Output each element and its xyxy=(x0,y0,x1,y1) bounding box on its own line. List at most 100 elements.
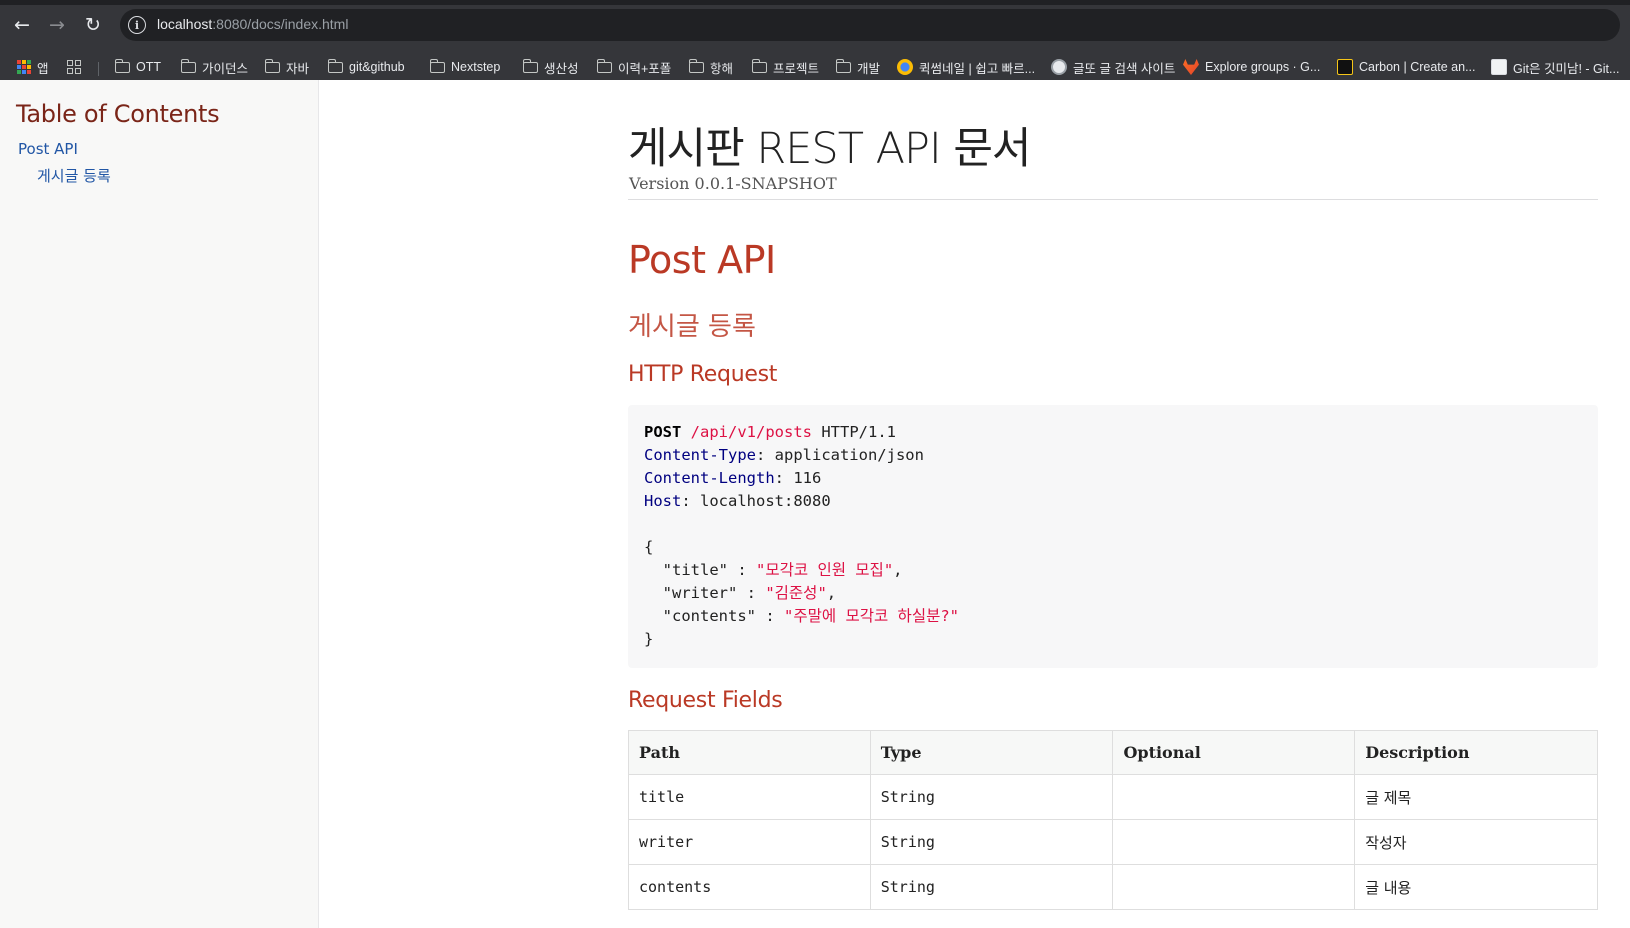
url-path: :8080/docs/index.html xyxy=(212,16,349,32)
http-protocol: HTTP/1.1 xyxy=(821,423,896,441)
bookmark-link[interactable]: Git은 깃미남! - Git... xyxy=(1491,57,1619,77)
address-bar[interactable]: i localhost:8080/docs/index.html xyxy=(120,9,1620,41)
bookmark-label: 가이던스 xyxy=(202,61,249,76)
toc-link-post-api[interactable]: Post API xyxy=(18,140,78,158)
back-button[interactable]: ← xyxy=(8,11,36,39)
cell-optional xyxy=(1112,864,1356,910)
folder-icon xyxy=(180,58,196,73)
http-request-code: POST /api/v1/posts HTTP/1.1 Content-Type… xyxy=(628,405,1598,668)
apps-icon xyxy=(17,60,31,74)
cell-optional xyxy=(1112,774,1356,820)
bookmark-folder[interactable]: git&github xyxy=(327,57,405,77)
body-value: "모각코 인원 모집" xyxy=(756,561,894,579)
bookmark-label: 자바 xyxy=(286,61,310,76)
table-header-row: Path Type Optional Description xyxy=(628,730,1598,775)
cell-path: contents xyxy=(628,864,871,910)
geultto-favicon xyxy=(1051,59,1067,75)
quick-thumbnail-favicon xyxy=(897,59,913,75)
body-sep: : xyxy=(756,607,784,625)
bookmark-label: 개발 xyxy=(857,61,881,76)
bookmark-link[interactable]: Explore groups · G... xyxy=(1183,57,1320,77)
header-value: localhost:8080 xyxy=(700,492,831,510)
bookmark-link[interactable]: 퀵썸네일 | 쉽고 빠르... xyxy=(897,57,1035,77)
bookmark-folder[interactable]: Nextstep xyxy=(429,57,501,77)
column-header-optional: Optional xyxy=(1112,730,1356,775)
subsection-heading: 게시글 등록 xyxy=(628,312,756,342)
url-text[interactable]: localhost:8080/docs/index.html xyxy=(157,16,348,32)
bookmark-folder[interactable]: 이력+포폴 xyxy=(596,57,671,77)
bookmark-folder[interactable]: 가이던스 xyxy=(180,57,249,77)
bookmark-folder[interactable]: OTT xyxy=(114,57,161,77)
body-field-line: "title" : "모각코 인원 모집", xyxy=(644,559,1582,582)
gitlab-favicon xyxy=(1183,59,1199,75)
header-name: Host xyxy=(644,492,682,510)
browser-chrome: ← → ↻ i localhost:8080/docs/index.html 앱… xyxy=(0,0,1630,80)
bookmark-link[interactable]: 글또 글 검색 사이트 xyxy=(1051,57,1175,77)
column-header-type: Type xyxy=(869,730,1114,775)
toc-link-create-post[interactable]: 게시글 등록 xyxy=(37,165,111,186)
column-header-description: Description xyxy=(1354,730,1598,775)
cell-path: writer xyxy=(628,819,871,865)
body-key: "contents" xyxy=(662,607,756,625)
cell-description: 글 내용 xyxy=(1354,864,1598,910)
toc-sidebar: Table of Contents Post API 게시글 등록 xyxy=(0,80,319,928)
body-trail: , xyxy=(826,584,837,602)
body-key: "title" xyxy=(662,561,728,579)
folder-icon xyxy=(114,58,130,73)
body-open: { xyxy=(644,538,654,556)
arrow-right-icon: → xyxy=(49,13,65,36)
body-field-line: "writer" : "김준성", xyxy=(644,582,1582,605)
git-favicon xyxy=(1491,59,1507,75)
site-info-icon[interactable]: i xyxy=(128,16,146,34)
folder-icon xyxy=(522,58,538,73)
header-line: Host: localhost:8080 xyxy=(644,492,831,510)
http-method: POST xyxy=(644,423,682,441)
bookmarks-separator xyxy=(98,62,99,76)
bookmark-folder[interactable]: 프로젝트 xyxy=(751,57,820,77)
bookmark-label: Nextstep xyxy=(451,60,501,74)
header-line: Content-Length: 116 xyxy=(644,469,822,487)
cell-path: title xyxy=(628,774,871,820)
body-sep: : xyxy=(737,584,766,602)
bookmark-link[interactable]: Carbon | Create an... xyxy=(1337,57,1476,77)
table-row: title String 글 제목 xyxy=(628,774,1598,820)
url-host: localhost xyxy=(157,16,213,32)
http-path: /api/v1/posts xyxy=(690,423,812,441)
bookmark-folder[interactable]: 생산성 xyxy=(522,57,579,77)
body-value: "김준성" xyxy=(765,584,827,602)
forward-button[interactable]: → xyxy=(43,11,71,39)
bookmark-label: Carbon | Create an... xyxy=(1359,60,1476,74)
body-field-line: "contents" : "주말에 모각코 하실분?" xyxy=(644,605,1582,628)
folder-icon xyxy=(429,58,445,73)
request-fields-table: Path Type Optional Description title Str… xyxy=(628,730,1598,910)
column-header-path: Path xyxy=(628,730,871,775)
page-title: 게시판 REST API 문서 xyxy=(628,124,1031,174)
bookmark-label: 글또 글 검색 사이트 xyxy=(1073,61,1176,76)
bookmark-label: 프로젝트 xyxy=(773,61,820,76)
bookmark-folder[interactable]: 항해 xyxy=(688,57,733,77)
bookmark-tab-groups[interactable] xyxy=(67,57,81,77)
header-name: Content-Type xyxy=(644,446,756,464)
bookmark-label: git&github xyxy=(349,60,405,74)
folder-icon xyxy=(688,58,704,73)
bookmark-folder[interactable]: 자바 xyxy=(264,57,310,77)
reload-icon: ↻ xyxy=(85,13,101,36)
folder-icon xyxy=(751,58,767,73)
table-row: contents String 글 내용 xyxy=(628,864,1598,910)
bookmark-label: Explore groups · G... xyxy=(1205,60,1321,74)
header-divider xyxy=(628,199,1598,200)
body-trail: , xyxy=(893,561,903,579)
bookmark-label: Git은 깃미남! - Git... xyxy=(1513,61,1620,76)
bookmark-apps[interactable]: 앱 xyxy=(17,57,49,77)
toolbar: ← → ↻ i localhost:8080/docs/index.html xyxy=(0,5,1630,43)
folder-icon xyxy=(327,58,343,73)
header-value: 116 xyxy=(793,469,822,487)
doc-version: Version 0.0.1-SNAPSHOT xyxy=(629,174,837,193)
reload-button[interactable]: ↻ xyxy=(79,11,107,39)
bookmark-folder[interactable]: 개발 xyxy=(835,57,881,77)
folder-icon xyxy=(596,58,612,73)
request-line: POST /api/v1/posts HTTP/1.1 xyxy=(644,421,1582,444)
cell-type: String xyxy=(869,864,1114,910)
arrow-left-icon: ← xyxy=(14,13,30,36)
